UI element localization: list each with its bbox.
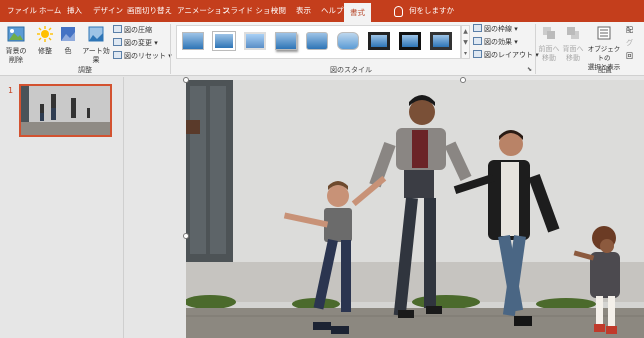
picture-border-label: 図の枠線 <box>484 25 512 33</box>
picture-style-9[interactable] <box>430 32 452 50</box>
remove-background-label: 背景の 削除 <box>5 47 27 64</box>
slide-number: 1 <box>8 86 14 95</box>
artistic-effects-button[interactable]: アート効果 <box>80 26 112 65</box>
slide-thumbnail[interactable] <box>19 84 112 137</box>
gallery-scroll[interactable]: ▲ ▼ ▾ <box>461 25 470 59</box>
picture-border-button[interactable]: 図の枠線 ▾ <box>473 24 518 35</box>
picture-style-3[interactable] <box>244 32 266 50</box>
picture-layout-icon <box>473 50 482 58</box>
color-icon <box>61 27 75 41</box>
dialog-launcher-icon[interactable]: ⬊ <box>527 66 532 73</box>
tab-review[interactable]: 校閲 <box>271 0 286 22</box>
bring-forward-label: 前面へ 移動 <box>538 45 560 62</box>
selection-pane-icon <box>597 26 611 40</box>
picture-effects-button[interactable]: 図の効果 ▾ <box>473 37 518 48</box>
compress-icon <box>113 25 122 33</box>
tab-slideshow[interactable]: スライド ショー <box>223 0 278 22</box>
picture-effects-icon <box>473 37 482 45</box>
color-button[interactable]: 色 <box>59 26 77 56</box>
slide-thumbnail-pane[interactable]: 1 <box>0 77 124 338</box>
ribbon-tab-bar: ファイル ホーム 挿入 デザイン 画面切り替え アニメーション スライド ショー… <box>0 0 644 22</box>
picture-layout-button[interactable]: 図のレイアウト ▾ <box>473 50 539 61</box>
picture-layout-label: 図のレイアウト <box>484 51 533 59</box>
picture-style-1[interactable] <box>182 32 204 50</box>
picture-style-7[interactable] <box>368 32 390 50</box>
reset-picture-button[interactable]: 図のリセット ▾ <box>113 51 172 62</box>
send-backward-label: 背面へ 移動 <box>562 45 584 62</box>
adjust-group-label: 調整 <box>78 66 92 74</box>
send-backward-button[interactable]: 背面へ 移動 <box>562 26 584 63</box>
resize-handle-top-center[interactable] <box>460 77 466 83</box>
artistic-effects-icon <box>88 26 104 42</box>
picture-style-2[interactable] <box>213 32 235 50</box>
artistic-effects-label: アート効果 <box>82 47 110 64</box>
picture-styles-group-label: 図のスタイル <box>330 66 372 74</box>
remove-background-button[interactable]: 背景の 削除 <box>3 26 29 65</box>
tab-file[interactable]: ファイル <box>7 0 37 22</box>
align-button[interactable]: 配 <box>626 25 633 36</box>
slide-thumbnail-image <box>21 86 110 135</box>
corrections-label: 修整 <box>38 47 52 55</box>
change-picture-icon <box>113 38 122 46</box>
align-label: 配 <box>626 26 633 34</box>
change-picture-label: 図の変更 <box>124 39 152 47</box>
picture-border-icon <box>473 24 482 32</box>
picture-styles-gallery <box>176 25 461 59</box>
resize-handle-middle-left[interactable] <box>183 233 189 239</box>
family-photo <box>186 80 644 338</box>
picture-style-6[interactable] <box>337 32 359 50</box>
tab-view[interactable]: 表示 <box>296 0 311 22</box>
reset-picture-label: 図のリセット <box>124 52 166 60</box>
group-button[interactable]: グ <box>626 38 633 49</box>
ribbon: 背景の 削除 修整 色 アート効果 図の圧縮 図の変更 ▾ 図のリセット ▾ 調… <box>0 22 644 76</box>
compress-pictures-button[interactable]: 図の圧縮 <box>113 25 152 36</box>
tab-transitions[interactable]: 画面切り替え <box>127 0 172 22</box>
color-label: 色 <box>64 47 72 55</box>
tab-format[interactable]: 書式 <box>344 3 371 22</box>
tab-design[interactable]: デザイン <box>93 0 123 22</box>
scroll-up-icon[interactable]: ▲ <box>462 26 469 37</box>
rotate-button[interactable]: 回 <box>626 51 633 62</box>
tell-me-box[interactable]: 何をしますか <box>394 0 454 22</box>
bring-forward-button[interactable]: 前面へ 移動 <box>538 26 560 63</box>
tab-home[interactable]: ホーム <box>39 0 61 22</box>
rotate-label: 回 <box>626 52 633 60</box>
reset-picture-icon <box>113 51 122 59</box>
picture-style-5[interactable] <box>306 32 328 50</box>
separator <box>535 24 536 74</box>
more-styles-icon[interactable]: ▾ <box>462 48 469 59</box>
compress-label: 図の圧縮 <box>124 26 152 34</box>
group-label: グ <box>626 39 633 47</box>
sun-icon <box>37 26 53 42</box>
send-backward-icon <box>567 27 579 39</box>
tab-animations[interactable]: アニメーション <box>177 0 229 22</box>
remove-background-icon <box>7 26 25 42</box>
bring-forward-icon <box>543 27 555 39</box>
tell-me-label: 何をしますか <box>409 6 454 15</box>
resize-handle-top-left[interactable] <box>183 77 189 83</box>
picture-style-8[interactable] <box>399 32 421 50</box>
corrections-button[interactable]: 修整 <box>35 26 55 56</box>
tab-insert[interactable]: 挿入 <box>67 0 82 22</box>
arrange-group-label: 配置 <box>598 66 612 74</box>
separator <box>170 24 171 74</box>
tab-help[interactable]: ヘルプ <box>321 0 344 22</box>
selected-picture[interactable] <box>186 80 644 338</box>
change-picture-button[interactable]: 図の変更 ▾ <box>113 38 158 49</box>
picture-effects-label: 図の効果 <box>484 38 512 46</box>
lightbulb-icon <box>394 5 403 17</box>
picture-style-4[interactable] <box>275 32 297 50</box>
slide-editor[interactable] <box>125 77 644 338</box>
scroll-down-icon[interactable]: ▼ <box>462 37 469 48</box>
